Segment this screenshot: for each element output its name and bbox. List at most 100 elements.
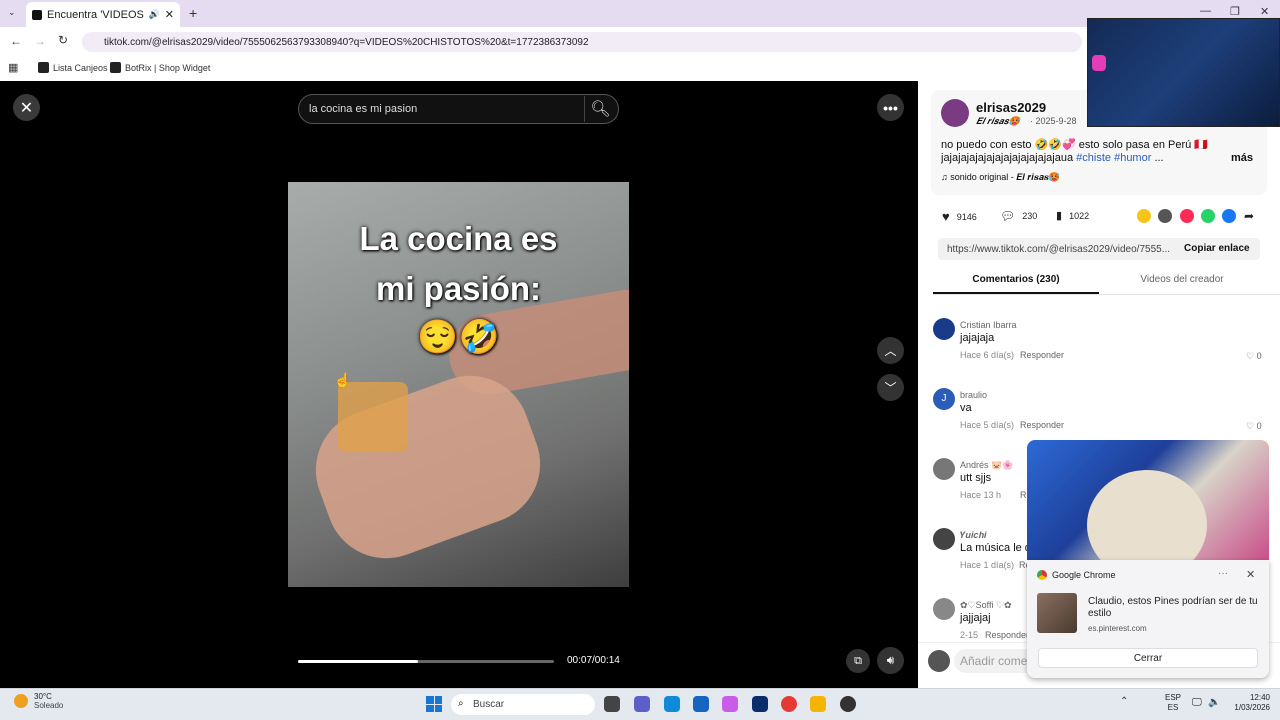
reply-button[interactable]: Responder [985,630,1029,640]
browser-tab[interactable]: Encuentra 'VIDEOS CHISTO 🔊 ✕ [26,2,180,27]
comment-time: Hace 1 día(s) [960,560,1015,570]
apps-icon[interactable]: ▦ [8,61,18,74]
start-button[interactable] [426,696,442,712]
save-button[interactable]: ▮ 1022 [1056,209,1089,222]
creator-avatar[interactable] [941,99,969,127]
bookmark-lista-canjeos[interactable]: Lista Canjeos [38,62,108,73]
commenter-avatar[interactable] [933,318,955,340]
reload-icon[interactable]: ↻ [58,33,68,47]
notification-image [1027,440,1269,560]
description-line1: no puedo con esto 🤣🤣💞 esto solo pasa en … [941,139,1208,151]
facebook-icon[interactable] [1222,209,1236,223]
commenter-avatar[interactable]: J [933,388,955,410]
chrome-taskbar-icon[interactable] [781,696,797,712]
more-link[interactable]: más [1231,152,1253,164]
audio-icon: 🔊 [148,9,160,19]
commenter-avatar[interactable] [933,458,955,480]
comment-text: jajajaja [960,332,995,344]
share-arrow-icon[interactable]: ➦ [1244,209,1254,223]
taskbar-search[interactable]: Buscar [451,694,595,715]
copy-link-button[interactable]: Copiar enlace [1184,243,1250,254]
clock[interactable]: 12:40 1/03/2026 [1226,693,1270,713]
reply-button[interactable]: Responder [1020,420,1064,430]
hashtag-link[interactable]: #chiste [1076,152,1111,164]
app-icon[interactable] [840,696,856,712]
creator-username[interactable]: elrisas2029 [976,100,1046,115]
comment-like[interactable]: ♡ 0 [1246,351,1262,362]
temperature: 30°C [34,692,52,701]
teams-icon[interactable] [634,696,650,712]
volume-button[interactable]: 🔊︎ [877,647,904,674]
search-input[interactable]: la cocina es mi pasion [298,94,619,124]
progress-bar[interactable] [298,660,554,663]
previous-video-button[interactable]: ︿ [877,337,904,364]
progress-fill [298,660,419,663]
music-note-icon: ♫ [941,172,951,182]
picture-in-picture-button[interactable]: ⧉ [846,649,870,673]
commenter-name[interactable]: Cristian Ibarra [960,320,1017,330]
comment-time: Hace 13 h [960,490,1002,500]
system-tray[interactable]: ⌃ [1120,696,1128,707]
comment-text: jajjajaj [960,612,991,624]
comment-like[interactable]: ♡ 0 [1246,421,1262,432]
photoshop-icon[interactable] [752,696,768,712]
file-explorer-icon[interactable] [810,696,826,712]
close-window-button[interactable]: ✕ [1260,5,1269,18]
chrome-icon [1037,570,1047,580]
notification-image-subject [1087,470,1207,560]
tab-comments[interactable]: Comentarios (230) [933,270,1099,294]
copilot-icon[interactable] [722,696,738,712]
share-repost-icon[interactable] [1137,209,1151,223]
language-indicator[interactable]: ESP ES [1165,693,1181,713]
more-options-button[interactable]: ••• [877,94,904,121]
store-icon[interactable] [693,696,709,712]
comment-time: 2-15 [960,630,979,640]
volume-tray-icon[interactable]: 🔈 [1208,697,1220,708]
send-icon[interactable] [1180,209,1194,223]
reply-button[interactable]: Responder [1020,350,1064,360]
weather-widget[interactable]: 30°C Soleado [14,692,63,710]
comment-text: La música le da [960,542,1038,554]
commenter-name[interactable]: Andrés 🐷🌸 [960,460,1013,471]
user-avatar [928,650,950,672]
tab-list-icon[interactable]: ⌄ [8,7,16,18]
network-icon[interactable]: 🖵 [1192,697,1202,708]
comment-button[interactable]: 💬︎ 230 [1000,209,1037,223]
post-date: · 2025-9-28 [1030,116,1077,126]
back-icon[interactable]: ← [10,34,22,48]
commenter-name[interactable]: 𝒀𝒖𝒊𝒄𝒉𝒊 [960,530,986,541]
search-button[interactable]: 🔍︎ [584,96,616,122]
bookmark-botrix[interactable]: BotRix | Shop Widget [110,62,210,73]
task-view-icon[interactable] [604,696,620,712]
clock-date: 1/03/2026 [1234,703,1270,712]
sound-link[interactable]: ♫ sonido original - 𝑬𝒍 𝒓𝒊𝒔𝒂𝒔🥵 [941,172,1060,183]
hashtag-link[interactable]: #humor [1114,152,1151,164]
minimize-button[interactable]: — [1200,5,1211,17]
tab-creator-videos[interactable]: Videos del creador [1099,270,1265,294]
bookmark-label: Lista Canjeos [53,62,108,73]
notification-close-button[interactable]: Cerrar [1038,648,1258,668]
forward-icon[interactable]: → [34,34,46,48]
close-player-button[interactable]: ✕ [13,94,40,121]
url-field[interactable]: tiktok.com/@elrisas2029/video/7555062563… [82,32,1082,52]
close-tab-icon[interactable]: ✕ [165,8,174,21]
notification-menu-button[interactable]: ··· [1218,568,1228,579]
new-tab-button[interactable]: + [189,5,197,21]
search-value: la cocina es mi pasion [309,103,418,115]
whatsapp-icon[interactable] [1201,209,1215,223]
like-button[interactable]: ♥ 9146 [942,209,977,224]
clock-time: 12:40 [1249,693,1270,702]
commenter-name[interactable]: braulio [960,390,987,400]
lang-code: ESP [1165,693,1182,702]
edge-icon[interactable] [664,696,680,712]
commenter-name[interactable]: ✿♡Soffi ♡✿ [960,600,1012,611]
bookmark-icon [110,62,121,73]
tab-title: Encuentra 'VIDEOS CHISTO [47,8,144,21]
video-caption-line1: La cocina es [359,220,558,257]
embed-icon[interactable] [1158,209,1172,223]
restore-button[interactable]: ❐ [1230,5,1240,18]
notification-close-icon[interactable]: ✕ [1246,568,1255,581]
commenter-avatar[interactable] [933,598,955,620]
next-video-button[interactable]: ﹀ [877,374,904,401]
commenter-avatar[interactable] [933,528,955,550]
